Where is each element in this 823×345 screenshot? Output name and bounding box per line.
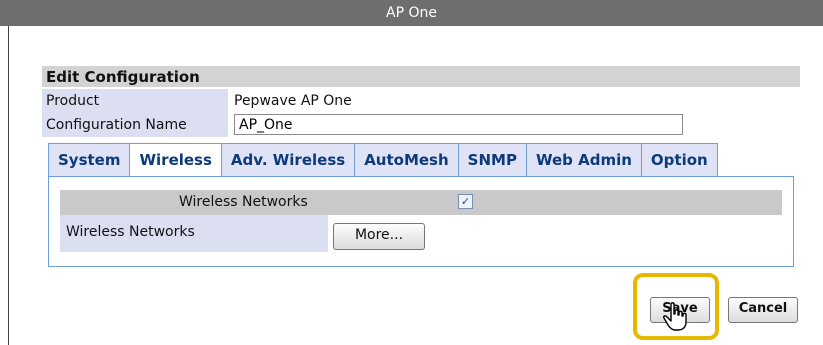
tab-web-admin[interactable]: Web Admin [525, 143, 642, 177]
config-name-input[interactable] [234, 114, 683, 135]
hand-cursor-icon [663, 302, 687, 331]
left-border [8, 26, 9, 345]
tab-automesh[interactable]: AutoMesh [354, 143, 459, 177]
product-value: Pepwave AP One [234, 93, 352, 109]
tab-system[interactable]: System [48, 143, 131, 177]
tab-adv-wireless[interactable]: Adv. Wireless [220, 143, 356, 177]
wireless-networks-checkbox[interactable]: ✓ [458, 194, 473, 209]
tab-bar: System Wireless Adv. Wireless AutoMesh S… [48, 143, 718, 178]
section-header: Edit Configuration [42, 66, 800, 87]
wireless-networks-header-label: Wireless Networks [179, 194, 308, 210]
config-name-label: Configuration Name [42, 113, 228, 137]
tab-option[interactable]: Option [640, 143, 718, 177]
tab-wireless[interactable]: Wireless [129, 143, 222, 178]
tab-snmp[interactable]: SNMP [457, 143, 527, 177]
product-label: Product [42, 89, 228, 113]
cancel-button[interactable]: Cancel [728, 297, 798, 323]
window-title: AP One [0, 0, 823, 26]
product-row: Product Pepwave AP One [42, 89, 800, 113]
more-button[interactable]: More... [333, 223, 425, 250]
wireless-networks-header: Wireless Networks [60, 190, 782, 215]
wireless-networks-label: Wireless Networks [60, 215, 328, 252]
